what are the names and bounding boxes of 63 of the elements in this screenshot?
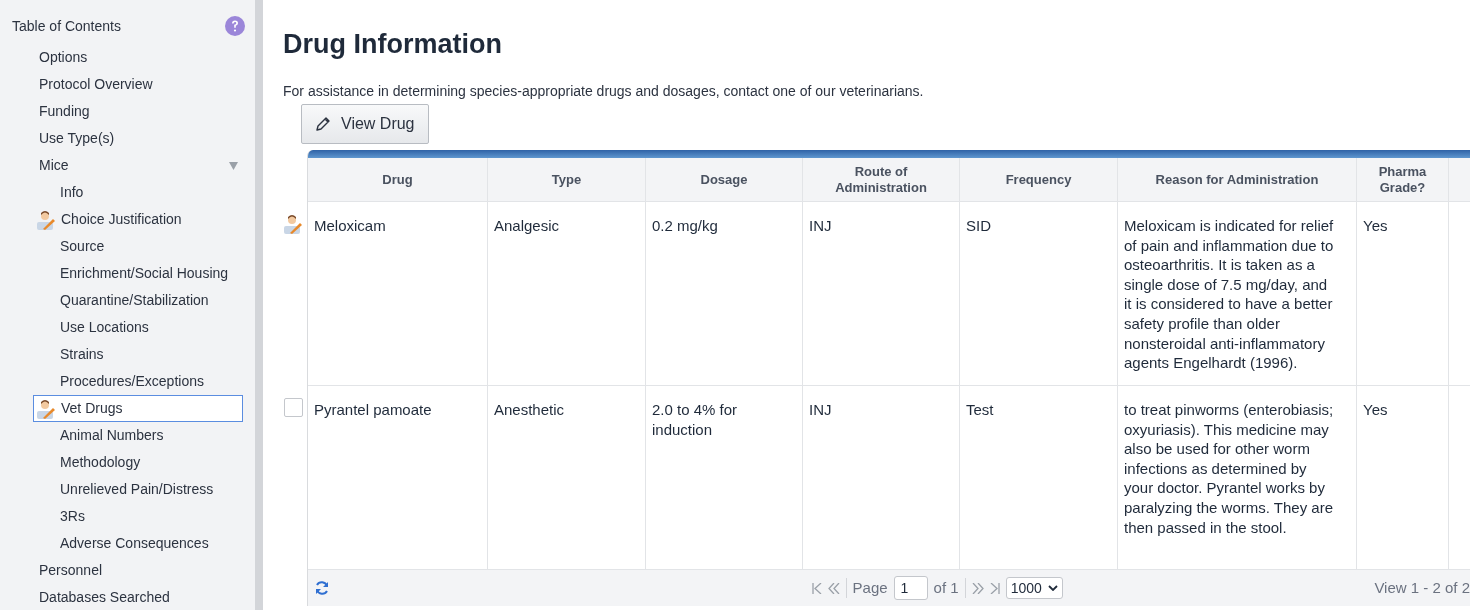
- sidebar-item[interactable]: Procedures/Exceptions: [33, 368, 243, 395]
- sidebar-title: Table of Contents: [12, 16, 121, 36]
- sidebar-item[interactable]: Info: [33, 179, 243, 206]
- sidebar-item[interactable]: Use Locations: [33, 314, 243, 341]
- table-cell-text: Test: [966, 400, 995, 420]
- sidebar-item[interactable]: Mice: [33, 152, 243, 179]
- sidebar-item[interactable]: Quarantine/Stabilization: [33, 287, 243, 314]
- column-header[interactable]: Type: [488, 158, 646, 201]
- column-header[interactable]: Reason for Administration: [1118, 158, 1357, 201]
- page-title: Drug Information: [283, 28, 503, 61]
- sidebar-item[interactable]: Unrelieved Pain/Distress: [33, 476, 243, 503]
- table-cell-text: 2.0 to 4% for induction: [652, 400, 739, 440]
- intro-text: For assistance in determining species-appropriate drugs and dosages, contact one of our veterinarians.: [283, 82, 925, 100]
- view-drug-button[interactable]: View Drug: [301, 104, 429, 144]
- person-edit-icon: [37, 398, 55, 419]
- table-cell-text: Yes: [1363, 216, 1389, 236]
- sidebar-item[interactable]: Protocol Overview: [33, 71, 243, 98]
- row-checkbox[interactable]: [284, 398, 303, 417]
- table-cell-text: Analgesic: [494, 216, 561, 236]
- table-cell-text: 0.2 mg/kg: [652, 216, 719, 236]
- pencil-icon: [315, 116, 331, 132]
- caret-icon[interactable]: [229, 161, 238, 170]
- refresh-icon[interactable]: [314, 580, 330, 596]
- sidebar-item[interactable]: Strains: [33, 341, 243, 368]
- sidebar-item[interactable]: Vet Drugs: [33, 395, 243, 422]
- sidebar-item[interactable]: Source: [33, 233, 243, 260]
- sidebar-item[interactable]: Methodology: [33, 449, 243, 476]
- table-cell-text: Meloxicam is indicated for relief of pain and inflammation due to osteoarthritis. It is taken as a single dose of 7.5 mg/day, and it is considered to have a better safety profile than older nonsteroidal anti-inflammatory agents Engelhardt (1996).: [1124, 216, 1335, 373]
- table-cell-text: Meloxicam: [314, 216, 387, 236]
- table-cell-text: Anesthetic: [494, 400, 566, 420]
- table-cell-text: Pyrantel pamoate: [314, 400, 433, 420]
- sidebar-item[interactable]: Choice Justification: [33, 206, 243, 233]
- sidebar-item[interactable]: Personnel: [33, 557, 243, 584]
- sidebar-item[interactable]: Use Type(s): [33, 125, 243, 152]
- table-cell-text: INJ: [809, 216, 833, 236]
- column-header[interactable]: Dosage: [646, 158, 803, 201]
- sidebar-item[interactable]: Adverse Consequences: [33, 530, 243, 557]
- table-cell-text: to treat pinworms (enterobiasis; oxyuriasis). This medicine may also be used for other worm infections as determined by your doctor. Pyrantel works by paralyzing the worms. They are then passed in the stool.: [1124, 400, 1335, 538]
- records-summary: View 1 - 2 of 2: [1374, 577, 1470, 598]
- previous-page-icon[interactable]: [827, 582, 840, 594]
- page-count: of 1: [933, 577, 959, 598]
- page-label: Page: [852, 577, 888, 598]
- sidebar-item[interactable]: Animal Numbers: [33, 422, 243, 449]
- sidebar-item[interactable]: Funding: [33, 98, 243, 125]
- table-cell-text: Yes: [1363, 400, 1389, 420]
- column-header[interactable]: Pharma Grade?: [1357, 158, 1449, 201]
- next-page-icon[interactable]: [971, 582, 984, 594]
- column-header[interactable]: Drug: [308, 158, 488, 201]
- page-input[interactable]: 1: [893, 576, 928, 600]
- person-edit-icon: [37, 209, 55, 230]
- sidebar-item[interactable]: Enrichment/Social Housing: [33, 260, 243, 287]
- page-size-select[interactable]: 1000: [1005, 577, 1063, 599]
- chevron-down-icon: [1047, 585, 1058, 591]
- sidebar-item[interactable]: Options: [33, 44, 243, 71]
- column-header[interactable]: Frequency: [960, 158, 1118, 201]
- help-icon[interactable]: [225, 16, 245, 36]
- sidebar-item[interactable]: Databases Searched: [33, 584, 243, 610]
- table-cell-text: SID: [966, 216, 992, 236]
- column-header[interactable]: Route of Administration: [803, 158, 960, 201]
- first-page-icon[interactable]: [811, 582, 822, 594]
- sidebar-item[interactable]: 3Rs: [33, 503, 243, 530]
- last-page-icon[interactable]: [989, 582, 1000, 594]
- table-cell-text: INJ: [809, 400, 833, 420]
